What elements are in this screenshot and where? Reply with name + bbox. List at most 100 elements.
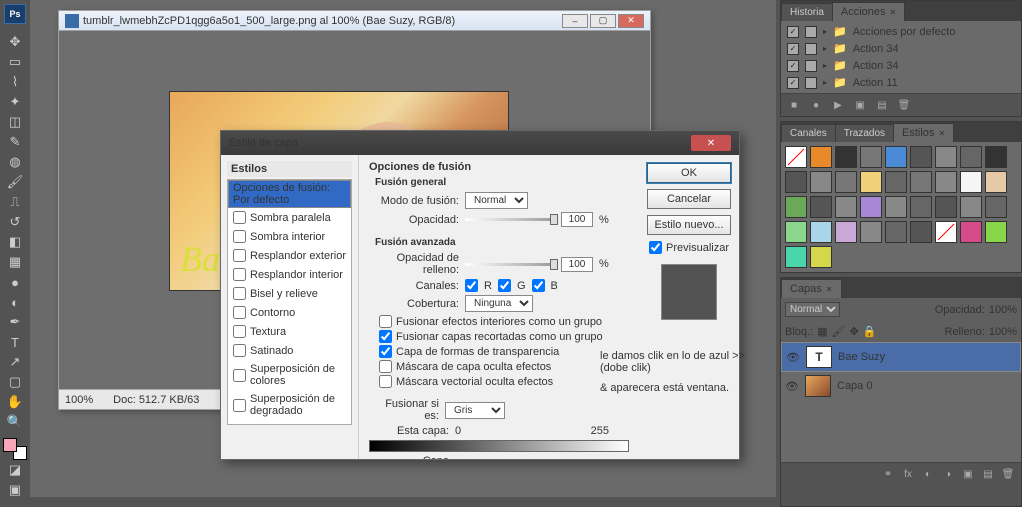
- style-item-checkbox[interactable]: [233, 287, 246, 300]
- style-swatch-19[interactable]: [810, 196, 832, 218]
- style-swatch-27[interactable]: [785, 221, 807, 243]
- style-swatch-20[interactable]: [835, 196, 857, 218]
- tab-history[interactable]: Historia: [781, 3, 833, 21]
- lock-all-icon[interactable]: 🔒: [863, 325, 877, 338]
- style-swatch-26[interactable]: [985, 196, 1007, 218]
- opacity-input[interactable]: [561, 212, 593, 227]
- new-style-button[interactable]: Estilo nuevo...: [647, 215, 731, 235]
- lock-transparency-icon[interactable]: ▦: [817, 325, 827, 338]
- action-row-3[interactable]: ✓▸📁Action 11: [783, 74, 1019, 91]
- style-item-4[interactable]: Resplandor interior: [228, 265, 351, 284]
- brush-tool[interactable]: 🖌: [3, 172, 27, 192]
- trash-icon[interactable]: 🗑: [895, 98, 913, 112]
- style-swatch-21[interactable]: [860, 196, 882, 218]
- action-row-0[interactable]: ✓▸📁Acciones por defecto: [783, 23, 1019, 40]
- zoom-tool[interactable]: 🔍: [3, 412, 27, 432]
- blend-clipped-checkbox[interactable]: [379, 330, 392, 343]
- new-layer-icon[interactable]: ▤: [979, 467, 997, 481]
- style-swatch-6[interactable]: [935, 146, 957, 168]
- style-item-1[interactable]: Sombra paralela: [228, 208, 351, 227]
- lasso-tool[interactable]: ⌇: [3, 72, 27, 92]
- style-swatch-4[interactable]: [885, 146, 907, 168]
- style-swatch-34[interactable]: [960, 221, 982, 243]
- lock-paint-icon[interactable]: 🖌: [832, 325, 846, 338]
- style-swatch-2[interactable]: [835, 146, 857, 168]
- shape-tool[interactable]: ▢: [3, 372, 27, 392]
- style-item-checkbox[interactable]: [233, 249, 246, 262]
- stamp-tool[interactable]: ⎍: [3, 192, 27, 212]
- style-swatch-33[interactable]: [935, 221, 957, 243]
- new-folder-icon[interactable]: ▣: [851, 98, 869, 112]
- style-swatch-12[interactable]: [860, 171, 882, 193]
- style-swatch-10[interactable]: [810, 171, 832, 193]
- style-item-checkbox[interactable]: [233, 344, 246, 357]
- delete-layer-icon[interactable]: 🗑: [999, 467, 1017, 481]
- style-swatch-15[interactable]: [935, 171, 957, 193]
- layer-fill-value[interactable]: 100%: [989, 326, 1017, 338]
- style-item-checkbox[interactable]: [233, 369, 246, 382]
- channel-b-checkbox[interactable]: [532, 279, 545, 292]
- style-item-0[interactable]: Opciones de fusión: Por defecto: [228, 180, 351, 208]
- style-swatch-31[interactable]: [885, 221, 907, 243]
- fill-opacity-slider[interactable]: [465, 263, 555, 266]
- type-tool[interactable]: T: [3, 332, 27, 352]
- style-swatch-5[interactable]: [910, 146, 932, 168]
- tab-channels[interactable]: Canales: [781, 124, 836, 142]
- dialog-close-button[interactable]: ✕: [691, 135, 731, 151]
- style-item-checkbox[interactable]: [233, 268, 246, 281]
- tab-paths[interactable]: Trazados: [835, 124, 894, 142]
- style-swatch-30[interactable]: [860, 221, 882, 243]
- crop-tool[interactable]: ◫: [3, 112, 27, 132]
- style-swatch-25[interactable]: [960, 196, 982, 218]
- style-swatch-28[interactable]: [810, 221, 832, 243]
- channel-g-checkbox[interactable]: [498, 279, 511, 292]
- style-swatch-18[interactable]: [785, 196, 807, 218]
- style-swatch-14[interactable]: [910, 171, 932, 193]
- color-swatches[interactable]: [3, 438, 27, 460]
- vector-mask-hides-checkbox[interactable]: [379, 375, 392, 388]
- hand-tool[interactable]: ✋: [3, 392, 27, 412]
- style-item-6[interactable]: Contorno: [228, 303, 351, 322]
- tab-styles[interactable]: Estilos✕: [893, 123, 954, 142]
- style-item-checkbox[interactable]: [233, 230, 246, 243]
- layer-row-0[interactable]: 👁TBae Suzy: [781, 342, 1021, 372]
- style-item-checkbox[interactable]: [233, 306, 246, 319]
- style-item-checkbox[interactable]: [233, 211, 246, 224]
- wand-tool[interactable]: ✦: [3, 92, 27, 112]
- style-swatch-9[interactable]: [785, 171, 807, 193]
- layer-row-1[interactable]: 👁Capa 0: [781, 372, 1021, 400]
- screenmode-tool[interactable]: ▣: [3, 480, 27, 500]
- style-item-5[interactable]: Bisel y relieve: [228, 284, 351, 303]
- tab-layers[interactable]: Capas✕: [781, 279, 842, 298]
- style-item-9[interactable]: Superposición de colores: [228, 360, 351, 390]
- eraser-tool[interactable]: ◧: [3, 232, 27, 252]
- play-icon[interactable]: ▶: [829, 98, 847, 112]
- pen-tool[interactable]: ✒: [3, 312, 27, 332]
- layer-opacity-value[interactable]: 100%: [989, 304, 1017, 316]
- style-item-10[interactable]: Superposición de degradado: [228, 390, 351, 420]
- stop-icon[interactable]: ■: [785, 98, 803, 112]
- style-item-3[interactable]: Resplandor exterior: [228, 246, 351, 265]
- layer-blend-select[interactable]: Normal: [785, 302, 840, 317]
- style-item-checkbox[interactable]: [233, 399, 246, 412]
- mask-icon[interactable]: ◐: [919, 467, 937, 481]
- style-item-11[interactable]: Superposición de motivo: [228, 420, 351, 425]
- style-swatch-8[interactable]: [985, 146, 1007, 168]
- style-item-2[interactable]: Sombra interior: [228, 227, 351, 246]
- document-titlebar[interactable]: tumblr_lwmebhZcPD1qgg6a5o1_500_large.png…: [59, 11, 650, 31]
- style-swatch-7[interactable]: [960, 146, 982, 168]
- maximize-button[interactable]: ▢: [590, 14, 616, 28]
- gradient-tool[interactable]: ▦: [3, 252, 27, 272]
- marquee-tool[interactable]: ▭: [3, 52, 27, 72]
- style-swatch-1[interactable]: [810, 146, 832, 168]
- group-icon[interactable]: ▣: [959, 467, 977, 481]
- knockout-select[interactable]: Ninguna: [465, 295, 533, 312]
- ok-button[interactable]: OK: [647, 163, 731, 183]
- minimize-button[interactable]: –: [562, 14, 588, 28]
- dodge-tool[interactable]: ◐: [3, 292, 27, 312]
- style-swatch-3[interactable]: [860, 146, 882, 168]
- style-swatch-32[interactable]: [910, 221, 932, 243]
- action-row-1[interactable]: ✓▸📁Action 34: [783, 40, 1019, 57]
- style-item-8[interactable]: Satinado: [228, 341, 351, 360]
- channel-r-checkbox[interactable]: [465, 279, 478, 292]
